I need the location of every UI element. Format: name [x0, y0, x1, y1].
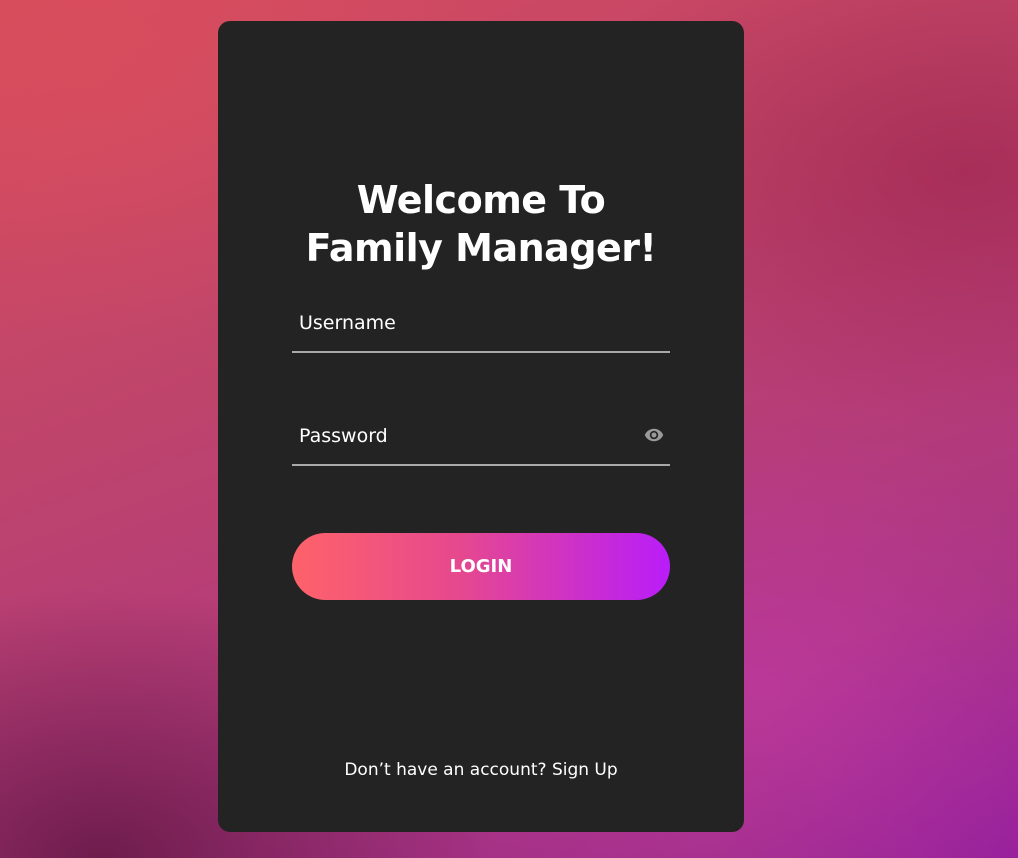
login-button[interactable]: LOGIN: [292, 533, 670, 600]
eye-icon[interactable]: [644, 425, 664, 445]
signup-prompt-text: Don’t have an account?: [344, 760, 547, 780]
password-input[interactable]: [292, 416, 639, 456]
username-field-group: [292, 303, 670, 353]
signup-link[interactable]: Sign Up: [552, 760, 618, 780]
username-input[interactable]: [292, 303, 639, 343]
title-line-1: Welcome To: [356, 178, 606, 222]
login-card: Welcome To Family Manager! LOGIN Don’t h…: [218, 21, 744, 832]
title-line-2: Family Manager!: [305, 226, 657, 270]
signup-prompt: Don’t have an account? Sign Up: [218, 760, 744, 780]
password-field-group: [292, 416, 670, 466]
page-title: Welcome To Family Manager!: [218, 176, 744, 272]
